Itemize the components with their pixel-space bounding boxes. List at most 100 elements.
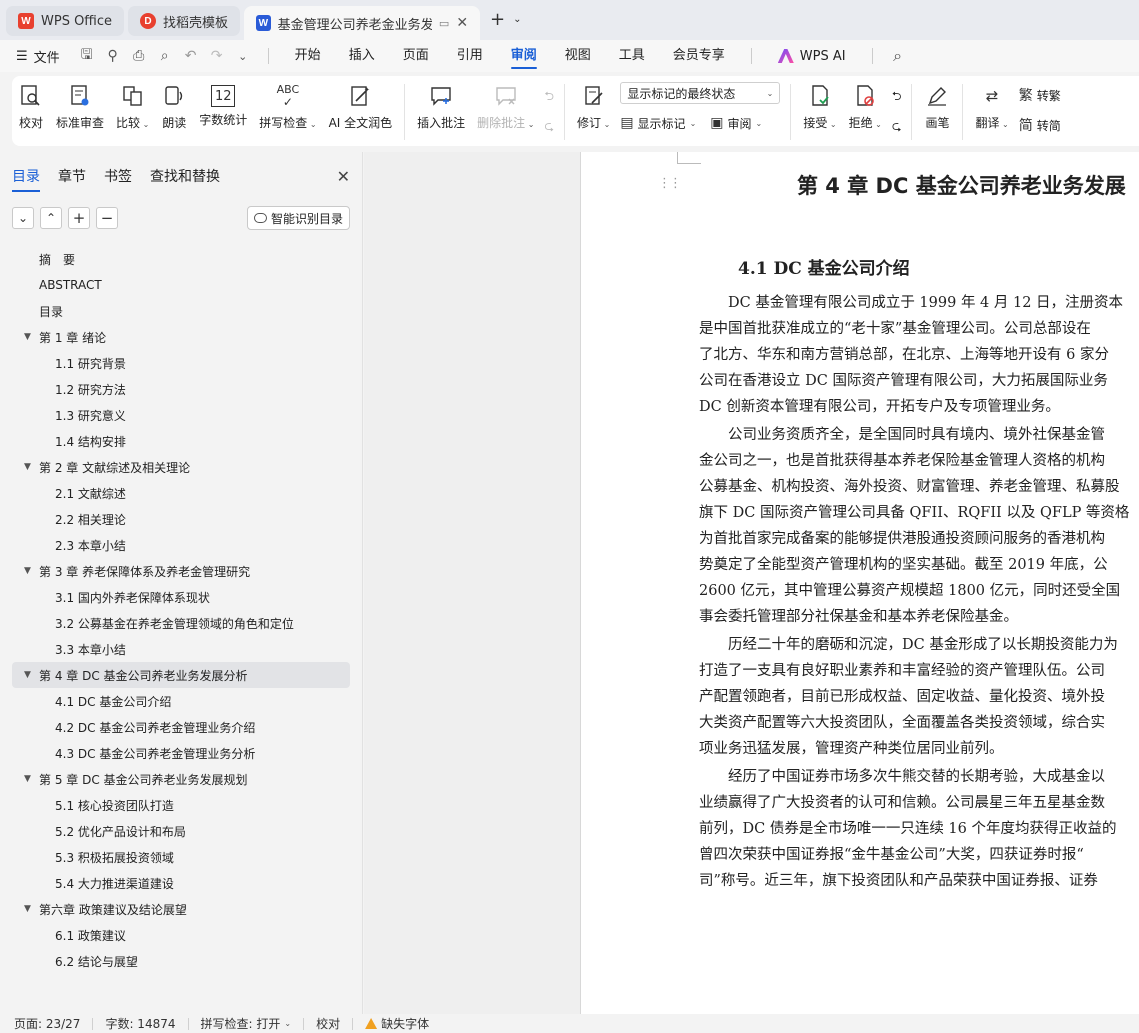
nav-tab-find-replace[interactable]: 查找和替换 xyxy=(150,166,220,186)
body-paragraph[interactable]: 经历了中国证券市场多次牛熊交替的长期考验，大成基金以 业绩赢得了广大投资者的认可和… xyxy=(699,764,1139,894)
body-paragraph[interactable]: 历经二十年的磨砺和沉淀，DC 基金形成了以长期投资能力为 打造了一支具有良好职业素… xyxy=(699,632,1139,762)
toc-item[interactable]: 2.1 文献综述 xyxy=(0,480,362,506)
nav-tab-toc[interactable]: 目录 xyxy=(12,166,40,192)
toc-item[interactable]: 2.2 相关理论 xyxy=(0,506,362,532)
toc-item[interactable]: ▼ 第 5 章 DC 基金公司养老业务发展规划 xyxy=(0,766,362,792)
wps-ai-button[interactable]: WPS AI xyxy=(764,49,860,64)
document-canvas[interactable]: ⋮⋮ 第 4 章 DC 基金公司养老业务发展 4.1 DC 基金公司介绍 DC … xyxy=(364,152,1139,1014)
close-icon[interactable]: ✕ xyxy=(337,167,350,186)
nav-tab-sections[interactable]: 章节 xyxy=(58,166,86,186)
expand-icon[interactable]: ⌃ xyxy=(40,207,62,229)
menu-page[interactable]: 页面 xyxy=(389,40,443,72)
toc-item[interactable]: 3.2 公募基金在养老金管理领域的角色和定位 xyxy=(0,610,362,636)
toc-item[interactable]: ▼ 第 4 章 DC 基金公司养老业务发展分析 xyxy=(12,662,350,688)
toc-item[interactable]: 1.2 研究方法 xyxy=(0,376,362,402)
page-indicator[interactable]: 页面: 23/27 xyxy=(14,1017,94,1031)
remove-heading-icon[interactable]: − xyxy=(96,207,118,229)
toc-item[interactable]: 1.1 研究背景 xyxy=(0,350,362,376)
undo-icon[interactable]: ↶ xyxy=(178,48,204,64)
toc-item[interactable]: 5.1 核心投资团队打造 xyxy=(0,792,362,818)
smart-toc-button[interactable]: 智能识别目录 xyxy=(246,206,350,230)
toc-item[interactable]: ABSTRACT xyxy=(0,272,362,298)
menu-tools[interactable]: 工具 xyxy=(605,40,659,72)
print-preview-icon[interactable]: ⌕ xyxy=(152,48,178,64)
body-paragraph[interactable]: DC 基金管理有限公司成立于 1999 年 4 月 12 日，注册资本 是中国首批… xyxy=(699,290,1139,420)
proofread-button[interactable]: 校对 xyxy=(12,82,50,131)
save-icon[interactable]: 🖫 xyxy=(74,44,100,68)
accept-button[interactable]: 接受 ⌄ xyxy=(797,82,842,131)
menu-review[interactable]: 审阅 xyxy=(497,40,551,72)
missing-font-status[interactable]: 缺失字体 xyxy=(365,1017,441,1031)
tab-template-store[interactable]: D 找稻壳模板 xyxy=(128,6,241,36)
menu-home[interactable]: 开始 xyxy=(281,40,335,72)
read-aloud-button[interactable]: 朗读 xyxy=(155,82,193,131)
pen-button[interactable]: 画笔 xyxy=(918,82,956,131)
toc-item[interactable]: 5.2 优化产品设计和布局 xyxy=(0,818,362,844)
previous-change-icon[interactable]: ⮌ xyxy=(892,86,902,108)
expand-triangle-icon[interactable]: ▼ xyxy=(24,566,39,576)
body-paragraph[interactable]: 公司业务资质齐全，是全国同时具有境内、境外社保基金管 金公司之一，也是首批获得基本… xyxy=(699,422,1139,630)
previous-comment-icon[interactable]: ⮌ xyxy=(544,86,554,108)
next-comment-icon[interactable]: ⮎ xyxy=(544,116,554,138)
translate-button[interactable]: ⇄ 翻译 ⌄ xyxy=(969,82,1014,131)
compare-button[interactable]: 比较 ⌄ xyxy=(110,82,155,131)
expand-triangle-icon[interactable]: ▼ xyxy=(24,332,39,342)
spell-check-status[interactable]: 拼写检查: 打开 ⌄ xyxy=(201,1017,305,1031)
toc-item[interactable]: 目录 xyxy=(0,298,362,324)
share-icon[interactable]: ⚲ xyxy=(100,48,126,64)
markup-mode-select[interactable]: 显示标记的最终状态 ⌄ xyxy=(620,82,781,104)
print-icon[interactable]: ⎙ xyxy=(126,48,152,64)
add-heading-icon[interactable]: + xyxy=(68,207,90,229)
to-simplified-button[interactable]: 简转简 xyxy=(1019,114,1061,136)
proofread-status[interactable]: 校对 xyxy=(316,1017,354,1031)
search-icon[interactable]: ⌕ xyxy=(885,46,911,66)
review-pane-button[interactable]: ▣ 审阅 ⌄ xyxy=(710,112,762,134)
drag-handle-icon[interactable]: ⋮⋮ xyxy=(658,176,682,191)
word-count-indicator[interactable]: 字数: 14874 xyxy=(105,1017,189,1031)
close-tab-icon[interactable]: ✕ xyxy=(456,15,468,31)
toc-item[interactable]: 5.3 积极拓展投资领域 xyxy=(0,844,362,870)
to-traditional-button[interactable]: 繁转繁 xyxy=(1019,84,1061,106)
toc-item[interactable]: ▼ 第 1 章 绪论 xyxy=(0,324,362,350)
toc-item[interactable]: 4.2 DC 基金公司养老金管理业务介绍 xyxy=(0,714,362,740)
toc-item[interactable]: 6.2 结论与展望 xyxy=(0,948,362,974)
toc-item[interactable]: 摘 要 xyxy=(0,246,362,272)
menu-references[interactable]: 引用 xyxy=(443,40,497,72)
next-change-icon[interactable]: ⮎ xyxy=(892,116,902,138)
reject-button[interactable]: 拒绝 ⌄ xyxy=(843,82,888,131)
tab-wps-office[interactable]: W WPS Office xyxy=(6,6,125,36)
toc-item[interactable]: 6.1 政策建议 xyxy=(0,922,362,948)
file-menu[interactable]: ☰ 文件 xyxy=(16,47,60,66)
menu-membership[interactable]: 会员专享 xyxy=(659,40,739,72)
menu-view[interactable]: 视图 xyxy=(551,40,605,72)
collapse-icon[interactable]: ⌄ xyxy=(12,207,34,229)
tab-current-document[interactable]: W 基金管理公司养老金业务发展 ▭ ✕ xyxy=(244,6,481,40)
toc-item[interactable]: 3.3 本章小结 xyxy=(0,636,362,662)
toc-item[interactable]: ▼ 第 2 章 文献综述及相关理论 xyxy=(0,454,362,480)
expand-triangle-icon[interactable]: ▼ xyxy=(24,774,39,784)
new-tab-icon[interactable]: + xyxy=(490,9,505,30)
track-changes-button[interactable]: 修订 ⌄ xyxy=(571,82,616,131)
redo-icon[interactable]: ↷ xyxy=(204,48,230,64)
ai-polish-button[interactable]: ✦ AI 全文润色 xyxy=(323,82,399,131)
show-markup-button[interactable]: ▤ 显示标记 ⌄ xyxy=(620,112,696,134)
nav-tab-bookmarks[interactable]: 书签 xyxy=(104,166,132,186)
toc-item[interactable]: 2.3 本章小结 xyxy=(0,532,362,558)
standard-review-button[interactable]: 标准审查 xyxy=(50,82,110,131)
menu-insert[interactable]: 插入 xyxy=(335,40,389,72)
toc-item[interactable]: 4.3 DC 基金公司养老金管理业务分析 xyxy=(0,740,362,766)
expand-triangle-icon[interactable]: ▼ xyxy=(24,904,39,914)
more-quick-actions-icon[interactable]: ⌄ xyxy=(230,50,256,63)
expand-triangle-icon[interactable]: ▼ xyxy=(24,670,39,680)
insert-comment-button[interactable]: 插入批注 xyxy=(411,82,471,131)
word-count-button[interactable]: 12 字数统计 xyxy=(193,82,253,128)
delete-comment-button[interactable]: 删除批注 ⌄ xyxy=(471,82,540,131)
toc-item[interactable]: 5.4 大力推进渠道建设 xyxy=(0,870,362,896)
spell-check-button[interactable]: ABC ✓ 拼写检查 ⌄ xyxy=(253,82,322,131)
toc-item[interactable]: 3.1 国内外养老保障体系现状 xyxy=(0,584,362,610)
toc-item[interactable]: 1.3 研究意义 xyxy=(0,402,362,428)
toc-item[interactable]: 4.1 DC 基金公司介绍 xyxy=(0,688,362,714)
toc-item[interactable]: ▼ 第 3 章 养老保障体系及养老金管理研究 xyxy=(0,558,362,584)
toc-item[interactable]: ▼ 第六章 政策建议及结论展望 xyxy=(0,896,362,922)
expand-triangle-icon[interactable]: ▼ xyxy=(24,462,39,472)
